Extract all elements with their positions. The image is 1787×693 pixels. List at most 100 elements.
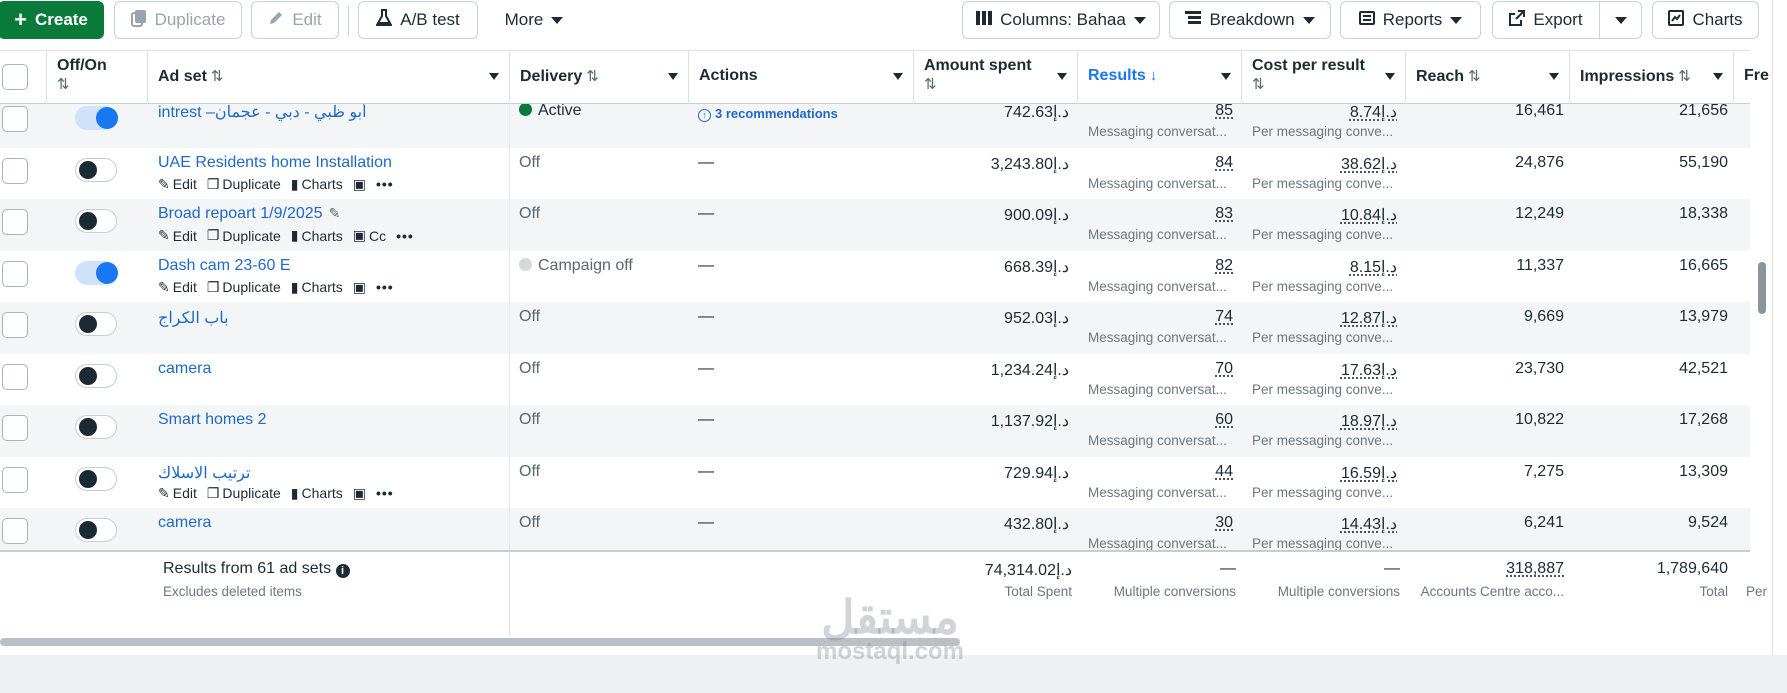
table-row[interactable]: Dash cam 23-60 E ✎ Edit ❐ Duplicate ▮ Charts ▣ •…: [0, 250, 1750, 303]
sort-icon[interactable]: ⇅: [924, 75, 1067, 93]
results-value[interactable]: 85: [1078, 104, 1233, 120]
row-on-off-toggle[interactable]: [75, 312, 117, 336]
export-button[interactable]: Export: [1492, 1, 1600, 39]
table-row[interactable]: باب الكراج Off — 952.03د.إ 74 Messaging conve…: [0, 302, 1750, 354]
row-charts-action[interactable]: ▮ Charts: [291, 485, 343, 502]
row-checkbox[interactable]: [2, 312, 28, 338]
results-value[interactable]: 84: [1078, 154, 1233, 172]
ad-set-name-link[interactable]: ترتيب الاسلاك: [158, 463, 250, 483]
cost-per-result-value[interactable]: 8.74د.إ: [1242, 104, 1397, 122]
row-checkbox[interactable]: [2, 260, 28, 287]
results-value[interactable]: 44: [1078, 463, 1233, 481]
row-charts-action[interactable]: ▮ Charts: [291, 227, 343, 244]
sort-descending-icon[interactable]: ↓: [1150, 67, 1158, 84]
edit-button[interactable]: Edit: [251, 1, 339, 39]
header-results[interactable]: Results ↓: [1078, 51, 1242, 104]
ad-set-name-link[interactable]: Smart homes 2: [158, 411, 266, 429]
row-on-off-toggle[interactable]: [75, 260, 118, 285]
create-button[interactable]: + Create: [0, 1, 104, 39]
sort-icon[interactable]: ⇅: [211, 68, 224, 85]
ad-set-name-link[interactable]: camera: [158, 514, 211, 532]
row-on-off-toggle[interactable]: [75, 415, 117, 439]
chevron-down-icon[interactable]: [1713, 73, 1723, 80]
cost-per-result-value[interactable]: 38.62د.إ: [1242, 154, 1397, 174]
header-reach[interactable]: Reach ⇅: [1406, 51, 1570, 104]
row-on-off-toggle[interactable]: [75, 363, 117, 388]
results-value[interactable]: 30: [1078, 514, 1233, 532]
header-amount-spent[interactable]: Amount spent ⇅: [914, 51, 1078, 104]
header-impressions[interactable]: Impressions ⇅: [1570, 51, 1734, 104]
row-preview-action[interactable]: ▣: [353, 279, 366, 296]
columns-button[interactable]: Columns: Bahaa: [962, 1, 1160, 39]
ad-set-name-link[interactable]: UAE Residents home Installation: [158, 154, 392, 172]
more-options-icon[interactable]: •••: [376, 176, 394, 192]
duplicate-button[interactable]: Duplicate: [114, 1, 242, 39]
chevron-down-icon[interactable]: [668, 73, 678, 80]
results-value[interactable]: 60: [1078, 411, 1233, 429]
ad-set-name-link[interactable]: Dash cam 23-60 E: [158, 257, 291, 275]
sort-icon[interactable]: ⇅: [57, 75, 137, 93]
results-value[interactable]: 83: [1078, 205, 1233, 223]
select-all-checkbox[interactable]: [2, 64, 28, 90]
row-on-off-toggle[interactable]: [75, 106, 118, 130]
results-value[interactable]: 70: [1078, 360, 1233, 378]
more-options-icon[interactable]: •••: [376, 485, 394, 501]
header-frequency[interactable]: Fre: [1734, 51, 1774, 104]
cost-per-result-value[interactable]: 16.59د.إ: [1242, 463, 1397, 483]
reports-button[interactable]: Reports: [1340, 1, 1481, 39]
cost-per-result-value[interactable]: 8.15د.إ: [1242, 257, 1397, 277]
row-duplicate-action[interactable]: ❐ Duplicate: [207, 279, 281, 296]
ad-set-name-link[interactable]: Broad repoart 1/9/2025 ✎: [158, 205, 340, 223]
row-charts-action[interactable]: ▮ Charts: [291, 176, 343, 193]
table-row[interactable]: ترتيب الاسلاك ✎ Edit ❐ Duplicate ▮ Charts ▣ ••• O…: [0, 456, 1750, 509]
more-options-icon[interactable]: •••: [376, 279, 394, 295]
row-duplicate-action[interactable]: ❐ Duplicate: [207, 176, 281, 193]
row-checkbox[interactable]: [2, 209, 28, 235]
cost-per-result-value[interactable]: 18.97د.إ: [1242, 411, 1397, 431]
recommendations-link[interactable]: ↑ 3 recommendations: [698, 106, 838, 122]
header-ad-set[interactable]: Ad set ⇅: [148, 51, 510, 104]
row-edit-action[interactable]: ✎ Edit: [158, 279, 197, 296]
breakdown-button[interactable]: Breakdown: [1169, 1, 1331, 39]
cost-per-result-value[interactable]: 17.63د.إ: [1242, 360, 1397, 380]
row-checkbox[interactable]: [2, 106, 28, 132]
sort-icon[interactable]: ⇅: [586, 68, 599, 85]
vertical-scrollbar[interactable]: [1758, 262, 1766, 314]
export-menu-button[interactable]: [1599, 1, 1642, 39]
row-edit-action[interactable]: ✎ Edit: [158, 227, 197, 244]
more-options-icon[interactable]: •••: [396, 228, 414, 244]
row-checkbox[interactable]: [2, 415, 28, 441]
ad-set-name-link[interactable]: camera: [158, 360, 211, 378]
sort-icon[interactable]: ⇅: [1252, 75, 1395, 93]
row-checkbox[interactable]: [2, 518, 28, 544]
table-row[interactable]: UAE Residents home Installation ✎ Edit ❐ Dup…: [0, 147, 1750, 200]
row-preview-action[interactable]: ▣: [353, 485, 366, 502]
row-duplicate-action[interactable]: ❐ Duplicate: [207, 227, 281, 244]
cost-per-result-value[interactable]: 14.43د.إ: [1242, 514, 1397, 534]
ad-set-name-link[interactable]: باب الكراج: [158, 308, 229, 328]
charts-button[interactable]: Charts: [1652, 1, 1759, 39]
row-checkbox[interactable]: [2, 157, 28, 184]
results-value[interactable]: 82: [1078, 257, 1233, 275]
row-checkbox[interactable]: [2, 466, 28, 493]
more-button[interactable]: More: [488, 1, 580, 39]
header-actions[interactable]: Actions: [689, 51, 914, 104]
table-row[interactable]: camera Off — 432.80د.إ 30 Messaging conversat…: [0, 508, 1750, 550]
ab-test-button[interactable]: A/B test: [358, 1, 478, 39]
row-on-off-toggle[interactable]: [75, 209, 117, 233]
row-on-off-toggle[interactable]: [75, 518, 117, 542]
header-cost-per-result[interactable]: Cost per result ⇅: [1242, 51, 1406, 104]
chevron-down-icon[interactable]: [1057, 73, 1067, 80]
sort-icon[interactable]: ⇅: [1468, 68, 1481, 85]
row-checkbox[interactable]: [2, 363, 28, 390]
cost-per-result-value[interactable]: 12.87د.إ: [1242, 308, 1397, 328]
row-compare-action[interactable]: ▣ Cc: [353, 227, 386, 244]
chevron-down-icon[interactable]: [489, 73, 499, 80]
table-row[interactable]: intrest –أبو ظبي - دبي - عجمان Active ↑ 3 r…: [0, 104, 1750, 148]
pencil-icon[interactable]: ✎: [329, 205, 341, 221]
row-on-off-toggle[interactable]: [75, 466, 117, 491]
table-row[interactable]: camera Off — 1,234.24د.إ 70 Messaging convers…: [0, 353, 1750, 406]
cost-per-result-value[interactable]: 10.84د.إ: [1242, 205, 1397, 225]
row-charts-action[interactable]: ▮ Charts: [291, 279, 343, 296]
info-icon[interactable]: i: [335, 564, 350, 578]
